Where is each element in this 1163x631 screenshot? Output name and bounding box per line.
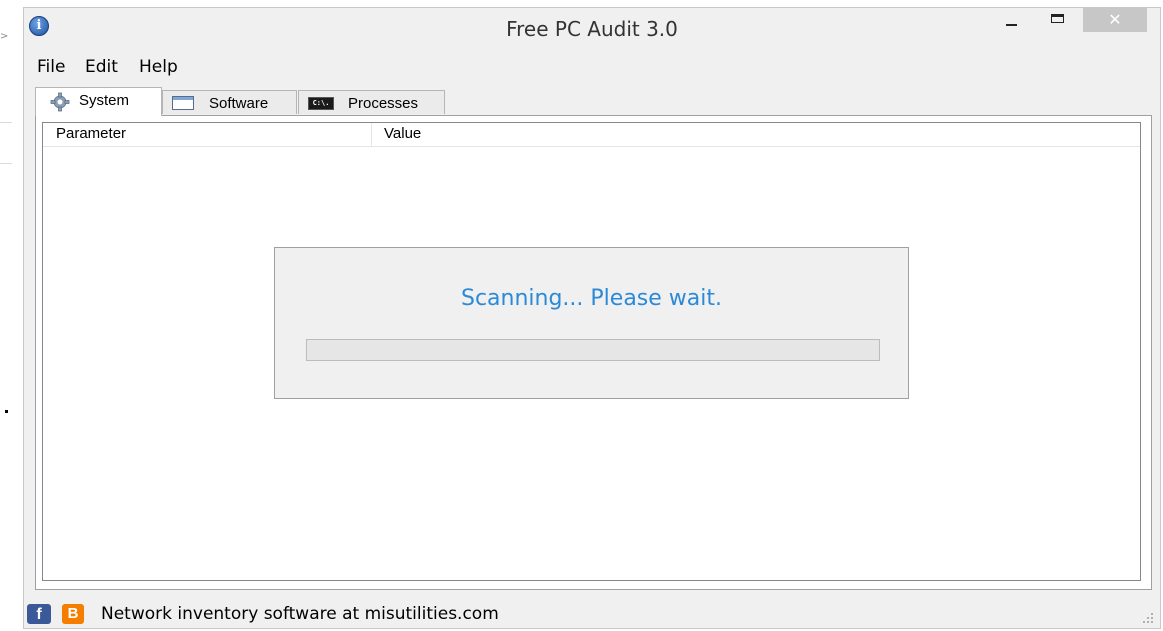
scan-progress-bar	[306, 339, 880, 361]
background-left-strip: >	[0, 0, 22, 631]
scanning-message: Scanning... Please wait.	[460, 286, 722, 311]
chevron-right-icon: >	[0, 31, 9, 42]
title-bar[interactable]: i Free PC Audit 3.0 ✕	[24, 8, 1160, 50]
column-divider[interactable]	[371, 123, 372, 146]
blogger-icon[interactable]: B	[62, 604, 84, 624]
tab-label: System	[79, 92, 130, 109]
dot-marker	[5, 410, 8, 413]
divider	[0, 163, 12, 164]
window-icon	[172, 96, 194, 110]
status-link[interactable]: Network inventory software at misutiliti…	[101, 604, 499, 624]
tab-strip: System Software C:\. Processes	[35, 87, 835, 116]
column-header-parameter[interactable]: Parameter	[56, 125, 126, 142]
divider	[0, 122, 12, 123]
facebook-icon[interactable]: f	[27, 604, 51, 624]
tab-label: Processes	[348, 95, 419, 112]
gear-icon	[50, 92, 70, 112]
app-window: i Free PC Audit 3.0 ✕ File Edit Help Sys…	[23, 7, 1161, 629]
status-bar: f B Network inventory software at misuti…	[24, 602, 1160, 628]
tab-processes[interactable]: C:\. Processes	[298, 90, 445, 114]
tab-system[interactable]: System	[35, 87, 162, 116]
tab-software[interactable]: Software	[162, 90, 297, 114]
close-icon: ✕	[1108, 10, 1122, 29]
list-header: Parameter Value	[43, 123, 1140, 147]
window-title: Free PC Audit 3.0	[506, 17, 678, 41]
maximize-button[interactable]	[1040, 8, 1076, 34]
column-header-value[interactable]: Value	[384, 125, 421, 142]
cmd-icon: C:\.	[308, 97, 334, 110]
menu-file[interactable]: File	[37, 57, 65, 77]
tab-label: Software	[209, 95, 269, 112]
close-button[interactable]: ✕	[1083, 8, 1147, 32]
menu-edit[interactable]: Edit	[85, 57, 118, 77]
menu-help[interactable]: Help	[139, 57, 178, 77]
resize-grip-icon[interactable]	[1142, 612, 1154, 624]
scanning-dialog: Scanning... Please wait.	[274, 247, 909, 399]
minimize-button[interactable]	[993, 8, 1029, 34]
